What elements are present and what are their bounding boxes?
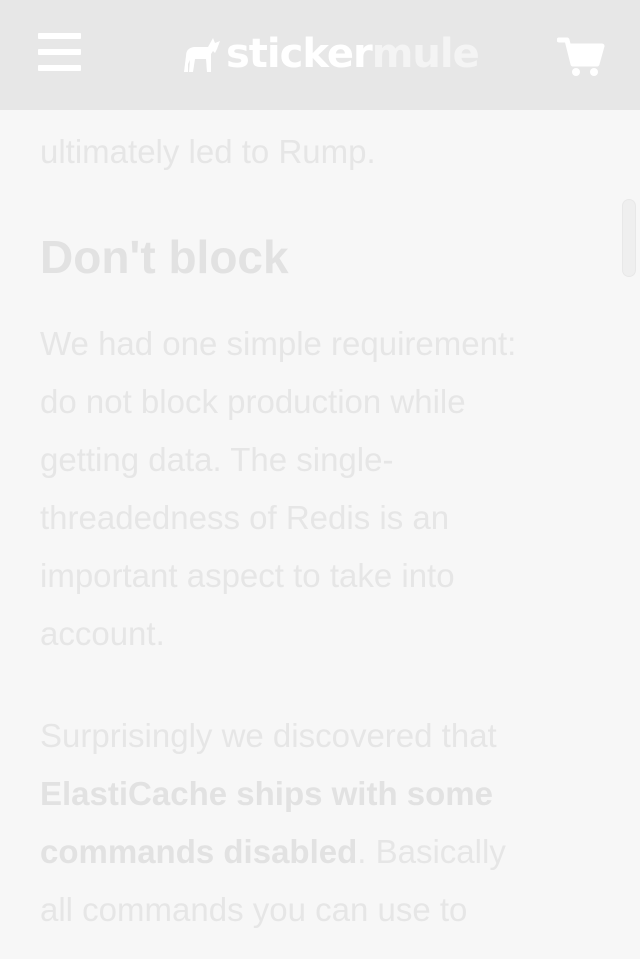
paragraph-line: We had one simple requirement:: [40, 325, 517, 362]
top-nav-bar: sticker mule: [0, 0, 640, 110]
logo-wordmark-mule: mule: [371, 31, 480, 77]
scrollbar-thumb[interactable]: [622, 199, 636, 277]
paragraph-elasticache: Surprisingly we discovered that ElastiCa…: [40, 707, 506, 939]
paragraph-line: all commands you can use to: [40, 891, 468, 928]
hamburger-menu-icon[interactable]: [38, 33, 82, 73]
shopping-cart-icon[interactable]: [556, 36, 605, 78]
bold-text: commands disabled: [40, 833, 358, 870]
paragraph-line: getting data. The single-: [40, 441, 394, 478]
stickermule-logo[interactable]: sticker mule: [180, 30, 480, 78]
section-heading: Don't block: [40, 231, 289, 283]
page: sticker mule ultimately led to Rump. Don'…: [0, 0, 640, 959]
paragraph-line: Surprisingly we discovered that: [40, 717, 497, 754]
paragraph-line: ElastiCache ships with some: [40, 765, 506, 823]
paragraph-line: important aspect to take into: [40, 557, 455, 594]
mule-icon: [184, 38, 220, 72]
paragraph-line: account.: [40, 615, 165, 652]
paragraph-line: threadedness of Redis is an: [40, 499, 450, 536]
paragraph-requirement: We had one simple requirement: do not bl…: [40, 315, 516, 663]
paragraph-fragment: ultimately led to Rump.: [40, 133, 376, 170]
logo-wordmark-sticker: sticker: [226, 31, 373, 77]
bold-text: ElastiCache ships with some: [40, 775, 493, 812]
paragraph-line: commands disabled. Basically: [40, 823, 506, 881]
paragraph-line: do not block production while: [40, 383, 466, 420]
paragraph-text: . Basically: [357, 833, 506, 870]
